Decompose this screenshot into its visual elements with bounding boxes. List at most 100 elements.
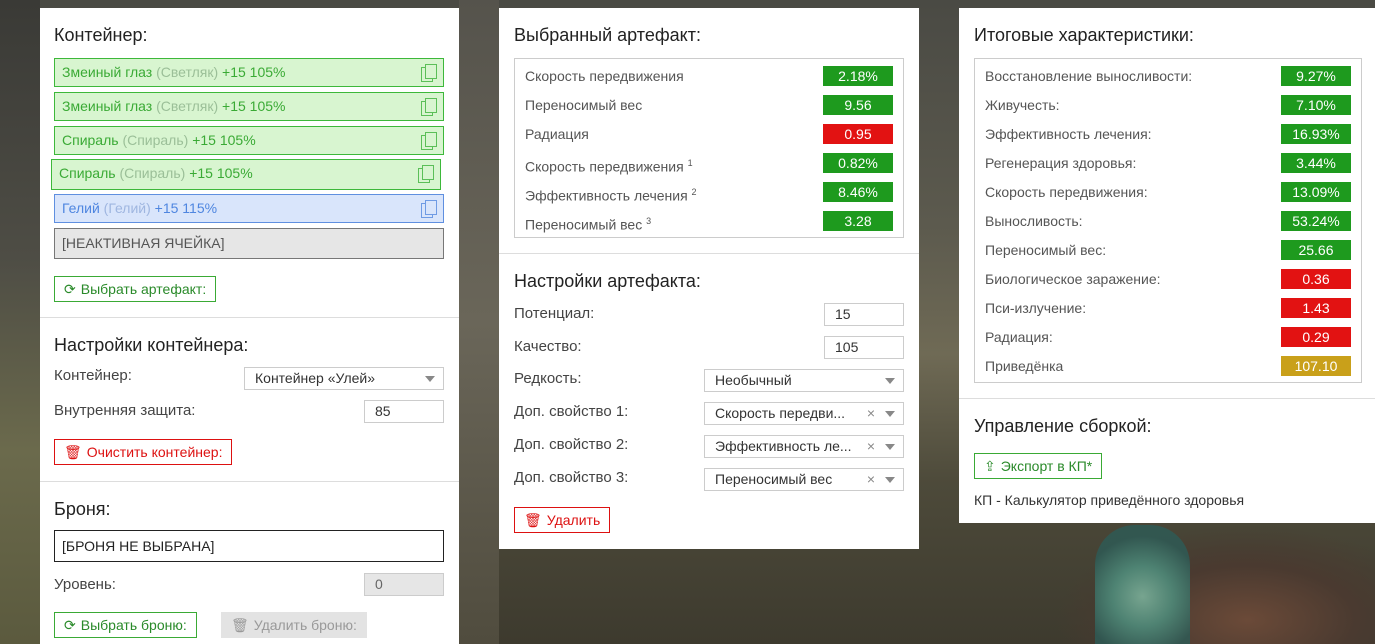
armor-field[interactable]: [БРОНЯ НЕ ВЫБРАНА] [54,530,444,562]
total-stat-row: Пси-излучение: 1.43 [985,298,1351,318]
artifact-title: Выбранный артефакт: [514,25,701,45]
potential-input[interactable]: 15 [824,303,904,326]
divider [959,398,1375,399]
stat-value: 3.44% [1281,153,1351,173]
stat-label: Пси-излучение: [985,300,1087,316]
total-stat-row: Эффективность лечения: 16.93% [985,124,1351,144]
export-button[interactable]: ⇪ Экспорт в КП* [974,453,1103,479]
select-armor-button[interactable]: ⟳ Выбрать броню: [54,612,197,638]
prop1-select[interactable]: Скорость передви... × [704,402,904,425]
stat-value: 13.09% [1281,182,1351,202]
totals-panel: Итоговые характеристики: Восстановление … [959,8,1375,523]
protection-input[interactable]: 85 [364,400,444,423]
trash-icon: 🗑 [231,617,249,633]
export-label: Экспорт в КП* [1000,458,1093,474]
total-stat-row: Живучесть: 7.10% [985,95,1351,115]
container-slot-3[interactable]: Спираль (Спираль) +15 105% [54,126,444,155]
select-artifact-button[interactable]: ⟳ Выбрать артефакт: [54,276,217,302]
inactive-slot-text: [НЕАКТИВНАЯ ЯЧЕЙКА] [62,235,225,251]
stat-label: Скорость передвижения [525,158,684,175]
build-title: Управление сборкой: [974,416,1152,436]
background-gauge [1095,525,1190,644]
stat-label: Эффективность лечения [525,187,688,204]
total-stat-row: Выносливость: 53.24% [985,211,1351,231]
prop3-value: Переносимый вес [715,471,833,487]
rarity-value: Необычный [715,372,792,388]
rarity-label: Редкость: [514,370,582,387]
select-artifact-label: Выбрать артефакт: [80,281,207,297]
artifact-stat-row: Скорость передвижения 1 0.82% [525,153,893,175]
divider [40,317,459,318]
footnote: КП - Калькулятор приведённого здоровья [974,492,1245,508]
stat-label: Переносимый вес [525,97,643,113]
copy-icon[interactable] [421,98,437,116]
copy-icon[interactable] [421,132,437,150]
quality-label: Качество: [514,338,582,355]
protection-label: Внутренняя защита: [54,402,196,419]
trash-icon: 🗑 [64,444,82,460]
copy-icon[interactable] [421,64,437,82]
copy-icon[interactable] [418,165,434,183]
artifact-stat-row: Переносимый вес 9.56 [525,95,893,115]
chevron-down-icon [885,378,895,384]
container-slot-2[interactable]: Змеиный глаз (Светляк) +15 105% [54,92,444,121]
prop2-select[interactable]: Эффективность ле... × [704,435,904,458]
prop1-label: Доп. свойство 1: [514,403,629,420]
refresh-icon: ⟳ [64,617,76,633]
container-panel: Контейнер: Змеиный глаз (Светляк) +15 10… [40,8,459,644]
stat-value: 0.82% [823,153,893,173]
stat-value: 8.46% [823,182,893,202]
container-slot-4[interactable]: Спираль (Спираль) +15 105% [51,159,441,190]
artifact-stat-row: Скорость передвижения 2.18% [525,66,893,86]
total-stat-row: Радиация: 0.29 [985,327,1351,347]
slot-sub: (Спираль) [122,132,189,148]
totals-title: Итоговые характеристики: [974,25,1194,45]
slot-sub: (Светляк) [156,98,219,114]
stat-label: Эффективность лечения: [985,126,1152,142]
stat-value: 25.66 [1281,240,1351,260]
prop1-value: Скорость передви... [715,405,846,421]
delete-artifact-button[interactable]: 🗑 Удалить [514,507,611,533]
slot-level: +15 105% [189,165,253,181]
container-type-select[interactable]: Контейнер «Улей» [244,367,444,390]
delete-armor-button: 🗑 Удалить броню: [221,612,367,638]
stat-value: 0.95 [823,124,893,144]
background-left [0,0,40,644]
artifact-settings-title: Настройки артефакта: [514,271,701,291]
slot-level: +15 105% [222,98,286,114]
copy-icon[interactable] [421,200,437,218]
stat-label: Скорость передвижения: [985,184,1148,200]
container-slot-5[interactable]: Гелий (Гелий) +15 115% [54,194,444,223]
clear-container-label: Очистить контейнер: [86,444,223,460]
clear-container-button[interactable]: 🗑 Очистить контейнер: [54,439,233,465]
chevron-down-icon [885,477,895,483]
quality-input[interactable]: 105 [824,336,904,359]
stat-sup: 1 [687,158,693,168]
artifact-stat-row: Переносимый вес 3 3.28 [525,211,893,233]
total-stat-row: Приведёнка 107.10 [985,356,1351,376]
stat-label: Выносливость: [985,213,1083,229]
stat-value: 16.93% [1281,124,1351,144]
level-input: 0 [364,573,444,596]
container-title: Контейнер: [54,25,148,45]
stat-label: Скорость передвижения [525,68,684,84]
clear-icon[interactable]: × [867,403,875,424]
stat-label: Радиация [525,126,589,142]
refresh-icon: ⟳ [64,281,76,297]
container-slot-1[interactable]: Змеиный глаз (Светляк) +15 105% [54,58,444,87]
prop3-select[interactable]: Переносимый вес × [704,468,904,491]
rarity-select[interactable]: Необычный [704,369,904,392]
slot-name: Гелий [62,200,100,216]
prop2-label: Доп. свойство 2: [514,436,629,453]
stat-label: Приведёнка [985,358,1064,374]
clear-icon[interactable]: × [867,436,875,457]
artifact-stat-row: Радиация 0.95 [525,124,893,144]
stat-label: Радиация: [985,329,1053,345]
upload-icon: ⇪ [984,458,996,474]
slot-level: +15 105% [192,132,256,148]
slot-name: Спираль [62,132,119,148]
slot-sub: (Светляк) [156,64,219,80]
stat-value: 1.43 [1281,298,1351,318]
clear-icon[interactable]: × [867,469,875,490]
container-type-label: Контейнер: [54,367,132,384]
